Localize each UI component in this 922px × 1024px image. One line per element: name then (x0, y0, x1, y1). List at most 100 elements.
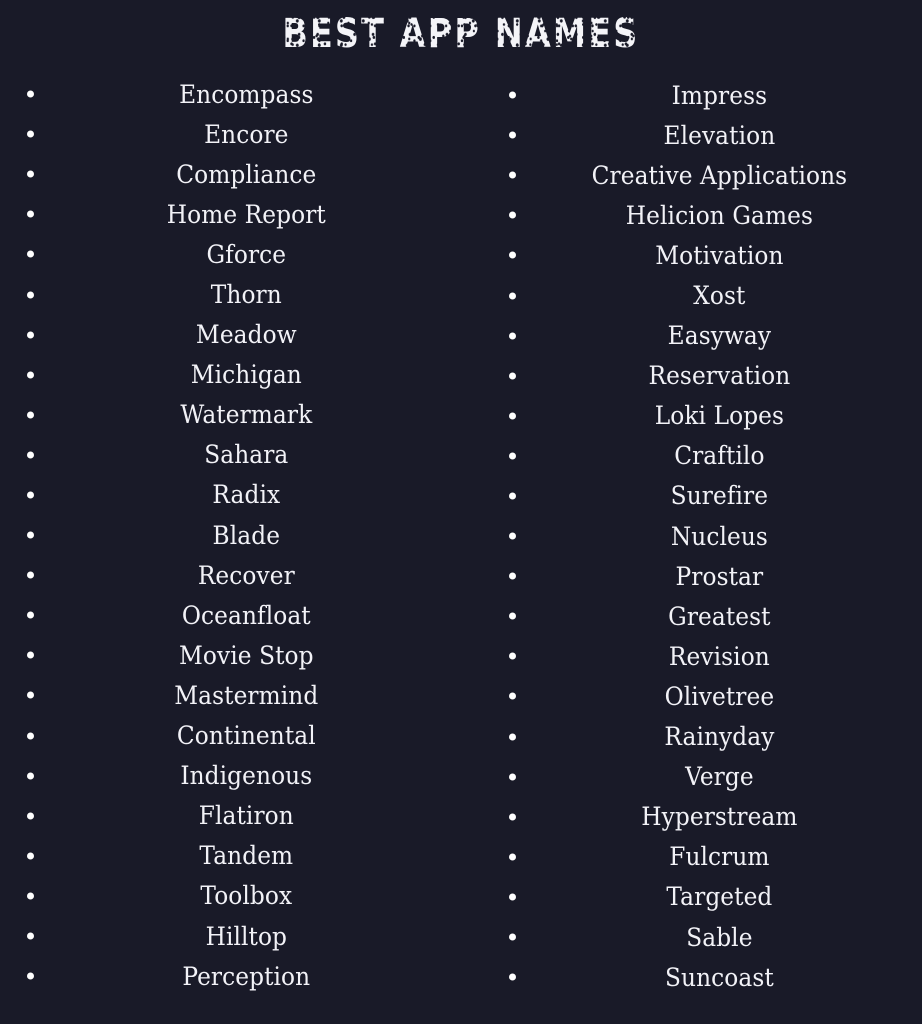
list-item[interactable]: Flatiron (0, 796, 461, 836)
list-item[interactable]: Targeted (461, 877, 922, 917)
list-item-label: Verge (685, 762, 754, 792)
list-item[interactable]: Thorn (0, 274, 461, 314)
list-item-label: Surefire (670, 481, 769, 511)
list-item-label: Hyperstream (641, 802, 798, 832)
list-item[interactable]: Creative Applications (461, 155, 922, 195)
list-item[interactable]: Olivetree (461, 676, 922, 716)
page-root: BEST APP NAMES Encompass Encore Compliance… (0, 0, 922, 1024)
list-item-label: Toolbox (200, 881, 293, 911)
list-item[interactable]: Motivation (461, 235, 922, 275)
list-item-label: Home Report (166, 199, 326, 229)
list-item-label: Encompass (179, 79, 314, 109)
list-item[interactable]: Nucleus (461, 516, 922, 556)
list-item[interactable]: Encore (0, 114, 461, 154)
list-item-label: Fulcrum (669, 842, 770, 872)
list-item[interactable]: Helicion Games (461, 195, 922, 235)
list-item-label: Oceanfloat (181, 600, 311, 630)
list-item-label: Nucleus (670, 521, 768, 551)
right-column-list: Impress Elevation Creative Applications Hel… (461, 74, 922, 996)
list-item[interactable]: Watermark (0, 395, 461, 435)
list-item[interactable]: Loki Lopes (461, 396, 922, 436)
list-item[interactable]: Encompass (0, 74, 461, 114)
list-item[interactable]: Fulcrum (461, 837, 922, 877)
list-item[interactable]: Prostar (461, 556, 922, 596)
list-item[interactable]: Indigenous (0, 756, 461, 796)
list-item-label: Movie Stop (179, 640, 314, 670)
list-item[interactable]: Hilltop (0, 916, 461, 956)
list-item-label: Motivation (655, 240, 784, 270)
list-item-label: Perception (182, 961, 311, 991)
list-item-label: Watermark (180, 400, 313, 430)
left-column-list: Encompass Encore Compliance Home Report Gfor… (0, 74, 461, 996)
list-item-label: Continental (176, 721, 316, 751)
list-item-label: Greatest (668, 601, 771, 631)
list-item-label: Prostar (675, 561, 764, 591)
list-item[interactable]: Craftilo (461, 436, 922, 476)
list-item-label: Easyway (667, 321, 772, 351)
list-item-label: Tandem (199, 841, 294, 871)
list-item[interactable]: Home Report (0, 194, 461, 234)
list-item[interactable]: Michigan (0, 355, 461, 395)
list-item[interactable]: Oceanfloat (0, 595, 461, 635)
list-item[interactable]: Elevation (461, 115, 922, 155)
list-item-label: Compliance (176, 159, 317, 189)
list-item-label: Mastermind (174, 680, 319, 710)
list-item[interactable]: Impress (461, 75, 922, 115)
list-item[interactable]: Greatest (461, 596, 922, 636)
list-item[interactable]: Revision (461, 636, 922, 676)
list-item[interactable]: Tandem (0, 836, 461, 876)
list-item[interactable]: Easyway (461, 316, 922, 356)
list-item-label: Targeted (666, 882, 773, 912)
list-item-label: Michigan (190, 360, 302, 390)
list-item-label: Revision (668, 641, 770, 671)
list-item[interactable]: Movie Stop (0, 635, 461, 675)
list-item-label: Rainyday (664, 722, 775, 752)
list-item-label: Craftilo (674, 441, 765, 471)
right-column: Impress Elevation Creative Applications Hel… (461, 74, 922, 996)
list-item[interactable]: Surefire (461, 476, 922, 516)
list-item[interactable]: Compliance (0, 154, 461, 194)
list-item-label: Meadow (195, 320, 297, 350)
list-item-label: Helicion Games (625, 200, 813, 230)
list-item[interactable]: Reservation (461, 356, 922, 396)
list-item-label: Gforce (206, 239, 287, 269)
list-item[interactable]: Continental (0, 716, 461, 756)
title-container: BEST APP NAMES (0, 0, 922, 66)
list-item[interactable]: Perception (0, 956, 461, 996)
list-item[interactable]: Gforce (0, 234, 461, 274)
name-list-columns: Encompass Encore Compliance Home Report Gfor… (0, 74, 922, 996)
list-item[interactable]: Suncoast (461, 957, 922, 997)
list-item[interactable]: Verge (461, 757, 922, 797)
left-column: Encompass Encore Compliance Home Report Gfor… (0, 74, 461, 996)
list-item[interactable]: Radix (0, 475, 461, 515)
list-item-label: Flatiron (198, 801, 294, 831)
list-item[interactable]: Rainyday (461, 717, 922, 757)
list-item-label: Elevation (663, 120, 776, 150)
list-item-label: Encore (204, 119, 289, 149)
list-item-label: Thorn (210, 280, 282, 310)
list-item-label: Impress (671, 80, 768, 110)
list-item-label: Hilltop (205, 921, 288, 951)
list-item[interactable]: Blade (0, 515, 461, 555)
list-item[interactable]: Xost (461, 275, 922, 315)
list-item[interactable]: Mastermind (0, 675, 461, 715)
list-item[interactable]: Toolbox (0, 876, 461, 916)
list-item-label: Blade (212, 520, 281, 550)
list-item[interactable]: Sahara (0, 435, 461, 475)
list-item[interactable]: Meadow (0, 315, 461, 355)
list-item[interactable]: Hyperstream (461, 797, 922, 837)
list-item-label: Sahara (204, 440, 289, 470)
list-item-label: Xost (693, 281, 746, 311)
list-item-label: Sable (686, 922, 753, 952)
list-item[interactable]: Sable (461, 917, 922, 957)
page-title: BEST APP NAMES (282, 9, 640, 57)
list-item-label: Suncoast (665, 962, 774, 992)
list-item-label: Olivetree (664, 681, 775, 711)
list-item-label: Recover (197, 560, 295, 590)
list-item-label: Loki Lopes (654, 401, 785, 431)
list-item-label: Indigenous (180, 761, 313, 791)
list-item[interactable]: Recover (0, 555, 461, 595)
list-item-label: Creative Applications (591, 160, 848, 190)
list-item-label: Reservation (648, 361, 791, 391)
list-item-label: Radix (212, 480, 281, 510)
